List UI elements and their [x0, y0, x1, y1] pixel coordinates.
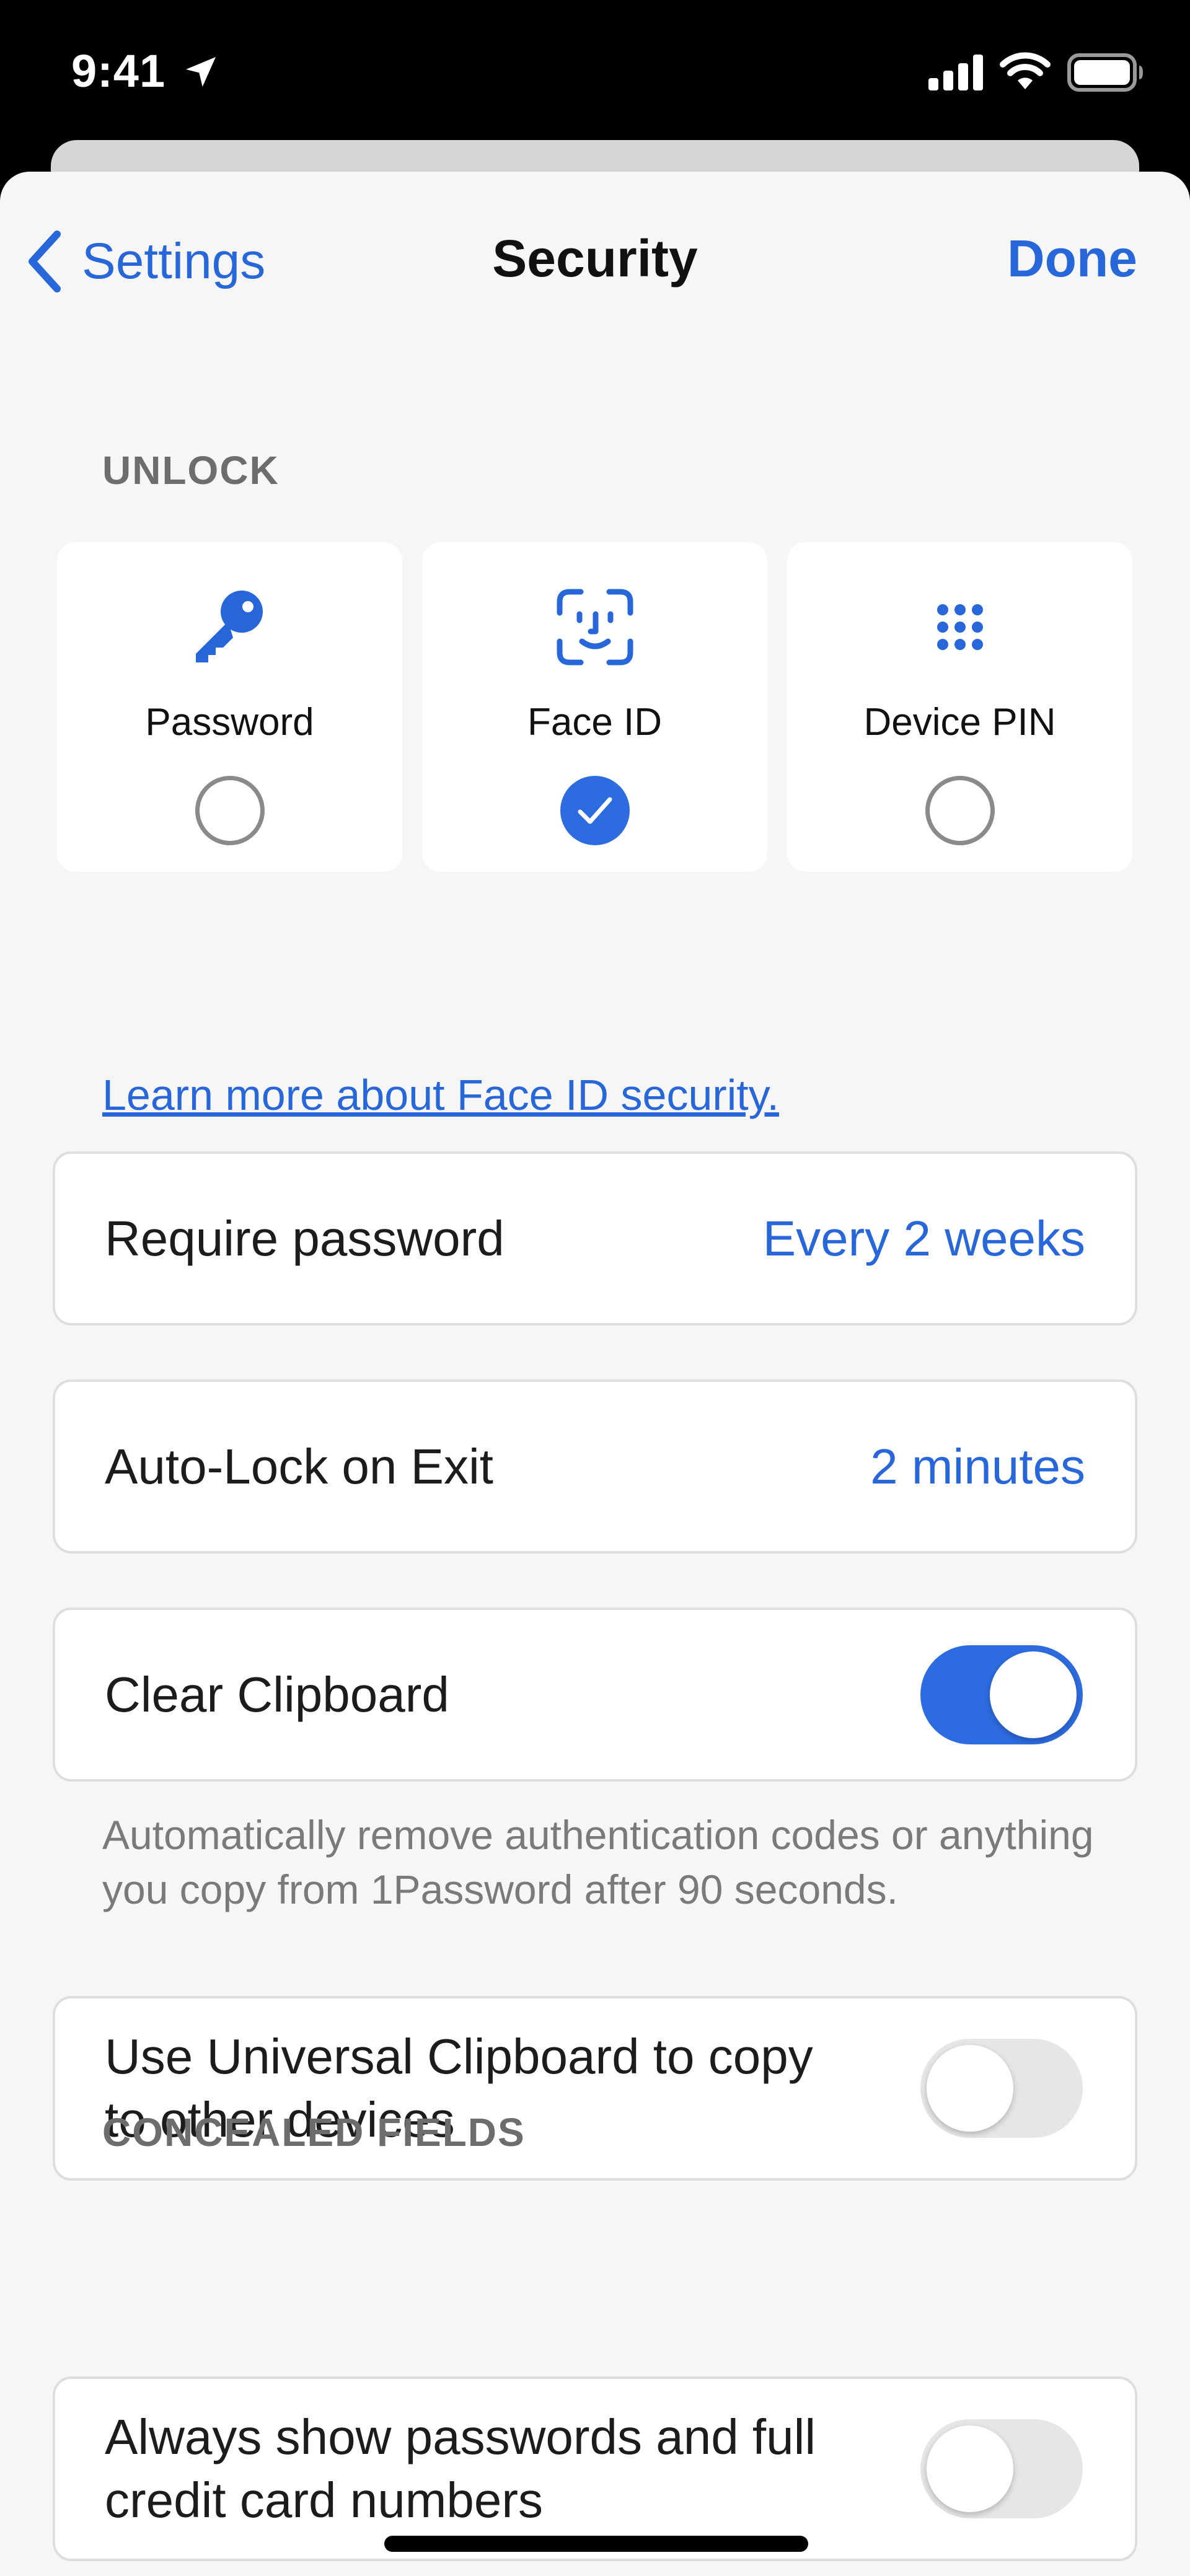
radio-unselected[interactable] — [925, 776, 995, 845]
security-sheet: Settings Security Done UNLOCK Password F… — [0, 172, 1190, 2576]
unlock-options: Password Face ID Device PIN — [57, 542, 1133, 872]
key-icon — [195, 591, 263, 662]
wifi-icon — [1000, 52, 1051, 89]
location-arrow-icon — [186, 57, 216, 87]
clear-clipboard-footnote: Automatically remove authentication code… — [102, 1812, 1094, 1912]
done-button[interactable]: Done — [1007, 229, 1137, 289]
row-label: Auto-Lock on Exit — [105, 1438, 493, 1494]
row-label: Require password — [105, 1210, 505, 1266]
row-label: Clear Clipboard — [105, 1666, 449, 1722]
row-label-line: Always show passwords and full — [105, 2409, 816, 2464]
unlock-option-label: Face ID — [527, 701, 663, 744]
radio-unselected[interactable] — [195, 776, 265, 845]
auto-lock-row[interactable]: Auto-Lock on Exit 2 minutes — [53, 1379, 1137, 1554]
checkmark-icon — [578, 797, 612, 824]
toggle-knob — [990, 1651, 1077, 1738]
cellular-signal-icon — [928, 55, 983, 90]
home-indicator — [384, 2536, 808, 2552]
unlock-option-label: Password — [145, 701, 314, 744]
concealed-fields-section-header: CONCEALED FIELDS — [102, 2110, 526, 2155]
row-label: Always show passwords and full credit ca… — [105, 2406, 816, 2532]
status-time: 9:41 — [71, 45, 166, 97]
battery-icon — [1067, 53, 1143, 92]
always-show-passwords-row: Always show passwords and full credit ca… — [53, 2376, 1137, 2561]
face-id-icon — [557, 589, 633, 666]
learn-more-link[interactable]: Learn more about Face ID security. — [102, 1070, 779, 1120]
unlock-option-face-id[interactable]: Face ID — [422, 542, 767, 872]
row-label-line: Use Universal Clipboard to copy — [105, 2029, 813, 2084]
unlock-option-label: Device PIN — [863, 701, 1056, 744]
clear-clipboard-toggle[interactable] — [920, 1645, 1083, 1744]
row-value: Every 2 weeks — [762, 1210, 1085, 1266]
row-value: 2 minutes — [870, 1438, 1085, 1494]
toggle-knob — [927, 2045, 1013, 2132]
status-bar: 9:41 — [0, 0, 1190, 161]
require-password-row[interactable]: Require password Every 2 weeks — [53, 1151, 1137, 1325]
keypad-icon — [937, 604, 983, 650]
clear-clipboard-row: Clear Clipboard — [53, 1607, 1137, 1782]
radio-selected[interactable] — [560, 776, 630, 845]
universal-clipboard-toggle[interactable] — [920, 2039, 1083, 2138]
toggle-knob — [927, 2425, 1013, 2512]
unlock-section-header: UNLOCK — [102, 448, 280, 493]
always-show-passwords-toggle[interactable] — [920, 2419, 1083, 2518]
navigation-bar: Settings Security Done — [0, 172, 1190, 302]
unlock-option-device-pin[interactable]: Device PIN — [787, 542, 1132, 872]
unlock-option-password[interactable]: Password — [57, 542, 402, 872]
row-label-line: credit card numbers — [105, 2473, 543, 2528]
